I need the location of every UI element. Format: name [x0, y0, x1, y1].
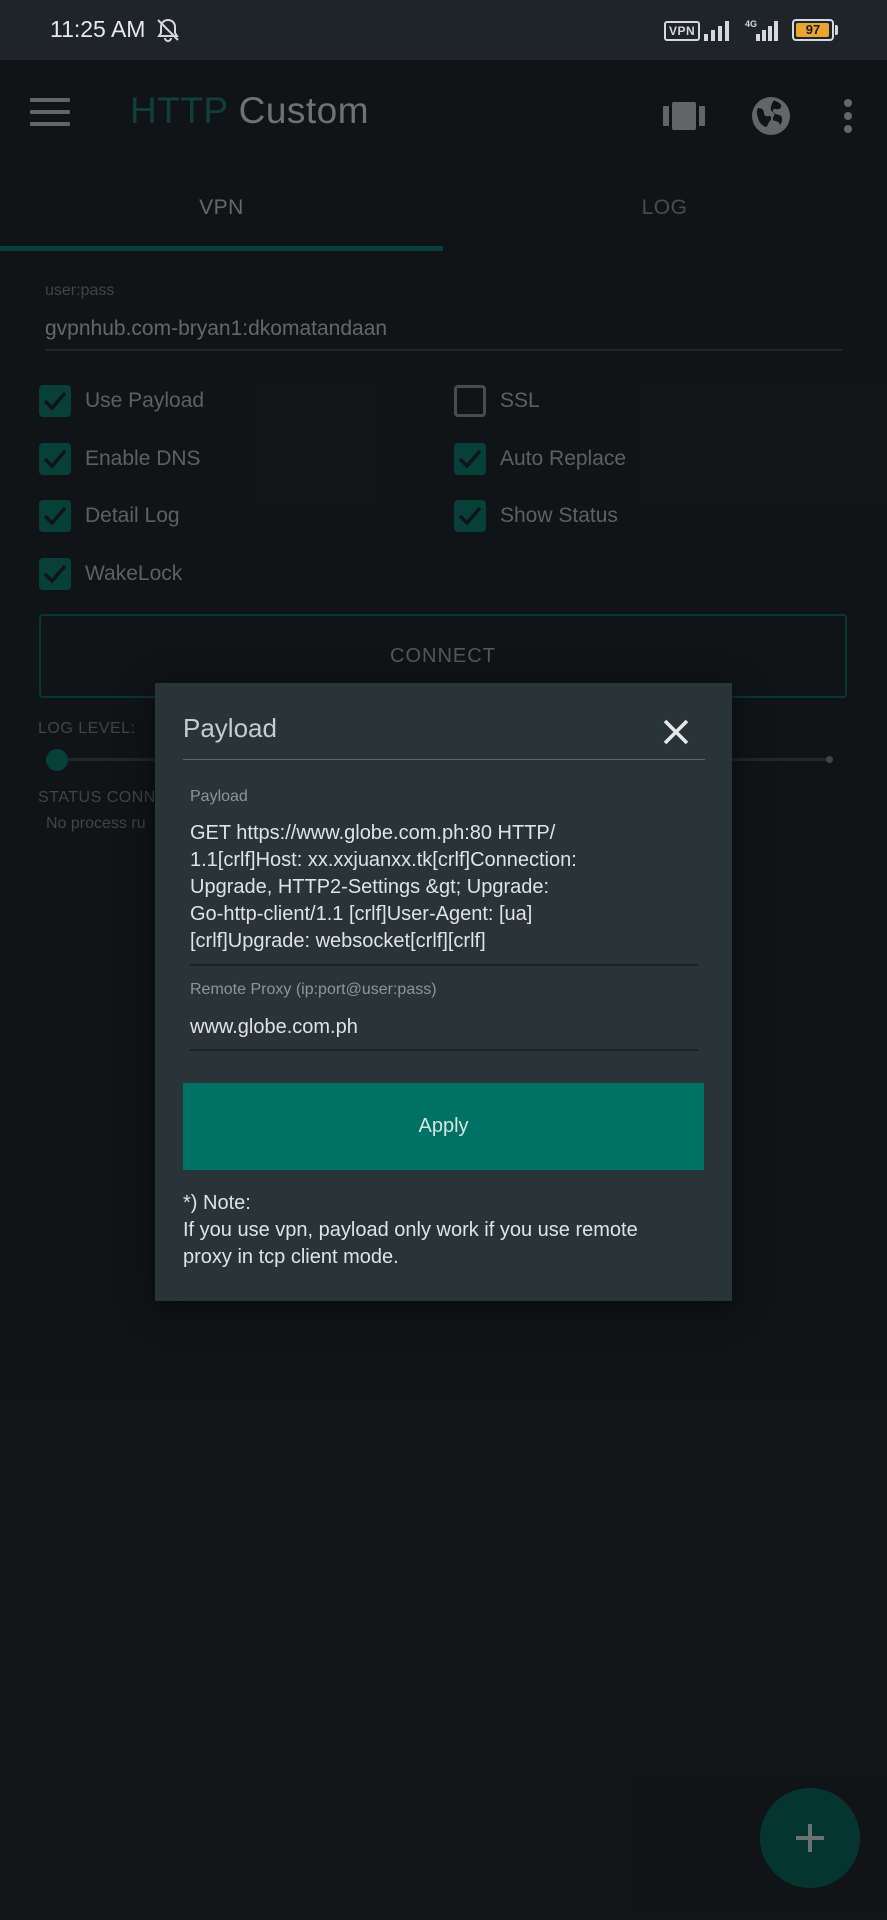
dialog-note: *) Note: If you use vpn, payload only wo…: [183, 1190, 713, 1271]
dialog-title: Payload: [183, 713, 277, 743]
apply-button[interactable]: Apply: [183, 1083, 704, 1170]
battery-nub: [835, 25, 838, 35]
payload-dialog: Payload Payload GET https://www.globe.co…: [155, 683, 732, 1301]
payload-underline: [190, 964, 698, 966]
status-time: 11:25 AM: [50, 16, 146, 42]
close-icon[interactable]: [661, 717, 691, 747]
signal-icon: [703, 18, 733, 42]
remote-proxy-label: Remote Proxy (ip:port@user:pass): [190, 981, 437, 998]
note-line: proxy in tcp client mode.: [183, 1246, 399, 1268]
battery-icon: 97: [792, 19, 834, 41]
payload-line: Upgrade, HTTP2-Settings &gt; Upgrade:: [190, 876, 550, 898]
payload-line: GET https://www.globe.com.ph:80 HTTP/: [190, 822, 556, 844]
network-type: 4G: [745, 19, 757, 29]
remote-proxy-input[interactable]: www.globe.com.ph: [190, 1016, 358, 1039]
payload-line: [crlf]Upgrade: websocket[crlf][crlf]: [190, 930, 486, 952]
remote-proxy-underline: [190, 1049, 698, 1051]
dialog-divider: [183, 759, 705, 760]
note-line: If you use vpn, payload only work if you…: [183, 1219, 638, 1241]
vpn-badge: VPN: [664, 21, 701, 41]
payload-input[interactable]: GET https://www.globe.com.ph:80 HTTP/ 1.…: [190, 820, 690, 955]
payload-line: 1.1[crlf]Host: xx.xxjuanxx.tk[crlf]Conne…: [190, 849, 577, 871]
battery-percent: 97: [805, 22, 821, 37]
note-line: *) Note:: [183, 1192, 251, 1214]
payload-label: Payload: [190, 788, 248, 805]
status-bar: 11:25 AM VPN 4G 97: [0, 0, 887, 60]
payload-line: Go-http-client/1.1 [crlf]User-Agent: [ua…: [190, 903, 533, 925]
signal-4g-icon: 4G: [745, 18, 781, 42]
bell-off-icon: [155, 17, 181, 43]
